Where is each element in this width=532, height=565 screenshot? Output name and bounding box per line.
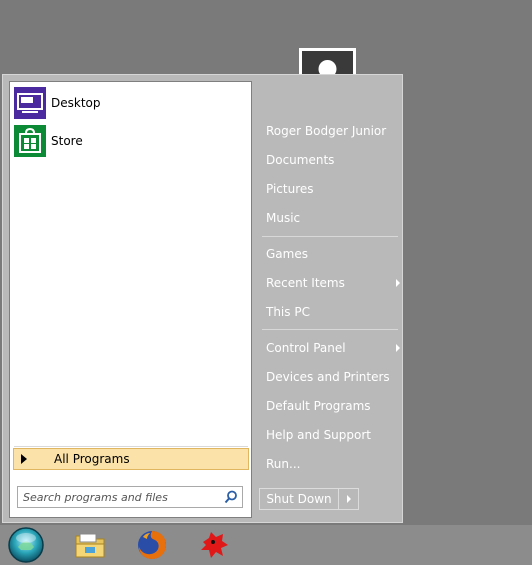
run-link[interactable]: Run... bbox=[266, 454, 396, 474]
search-box[interactable] bbox=[17, 486, 243, 508]
user-name-link[interactable]: Roger Bodger Junior bbox=[266, 121, 396, 141]
recent-items-label: Recent Items bbox=[266, 276, 345, 290]
chevron-right-icon bbox=[346, 495, 351, 503]
all-programs-label: All Programs bbox=[54, 452, 130, 466]
taskbar-red-app[interactable] bbox=[192, 527, 236, 563]
pinned-item-desktop[interactable]: Desktop bbox=[14, 86, 248, 120]
programs-pane: Desktop Store All Programs bbox=[9, 81, 252, 518]
search-icon[interactable] bbox=[224, 490, 238, 504]
expand-arrow-icon bbox=[21, 454, 27, 464]
help-support-link[interactable]: Help and Support bbox=[266, 425, 396, 445]
red-app-icon bbox=[201, 532, 228, 558]
taskbar-firefox[interactable] bbox=[130, 527, 174, 563]
start-button[interactable] bbox=[4, 527, 48, 563]
start-orb-icon bbox=[8, 527, 44, 563]
search-input[interactable] bbox=[23, 490, 213, 504]
divider bbox=[14, 446, 248, 447]
start-menu: Desktop Store All Programs Search progra… bbox=[2, 74, 403, 523]
documents-link[interactable]: Documents bbox=[266, 150, 396, 170]
shutdown-control: Shut Down bbox=[259, 488, 359, 510]
default-programs-link[interactable]: Default Programs bbox=[266, 396, 396, 416]
this-pc-link[interactable]: This PC bbox=[266, 302, 396, 322]
pinned-item-label: Store bbox=[51, 134, 83, 148]
control-panel-link[interactable]: Control Panel bbox=[266, 338, 400, 358]
control-panel-label: Control Panel bbox=[266, 341, 346, 355]
games-link[interactable]: Games bbox=[266, 244, 396, 264]
shutdown-button[interactable]: Shut Down bbox=[260, 489, 339, 509]
desktop-tile-icon bbox=[14, 87, 46, 119]
file-explorer-icon bbox=[75, 533, 105, 558]
devices-printers-link[interactable]: Devices and Printers bbox=[266, 367, 396, 387]
pinned-item-label: Desktop bbox=[51, 96, 101, 110]
divider bbox=[262, 236, 398, 237]
divider bbox=[262, 329, 398, 330]
recent-items-link[interactable]: Recent Items bbox=[266, 273, 400, 293]
shutdown-options-button[interactable] bbox=[339, 489, 358, 509]
taskbar bbox=[0, 525, 532, 565]
taskbar-file-explorer[interactable] bbox=[68, 527, 112, 563]
firefox-icon bbox=[138, 531, 166, 559]
submenu-arrow-icon bbox=[396, 279, 400, 287]
music-link[interactable]: Music bbox=[266, 208, 396, 228]
all-programs-button[interactable]: All Programs bbox=[13, 448, 249, 470]
pinned-item-store[interactable]: Store bbox=[14, 124, 248, 158]
submenu-arrow-icon bbox=[396, 344, 400, 352]
pictures-link[interactable]: Pictures bbox=[266, 179, 396, 199]
store-tile-icon bbox=[14, 125, 46, 157]
